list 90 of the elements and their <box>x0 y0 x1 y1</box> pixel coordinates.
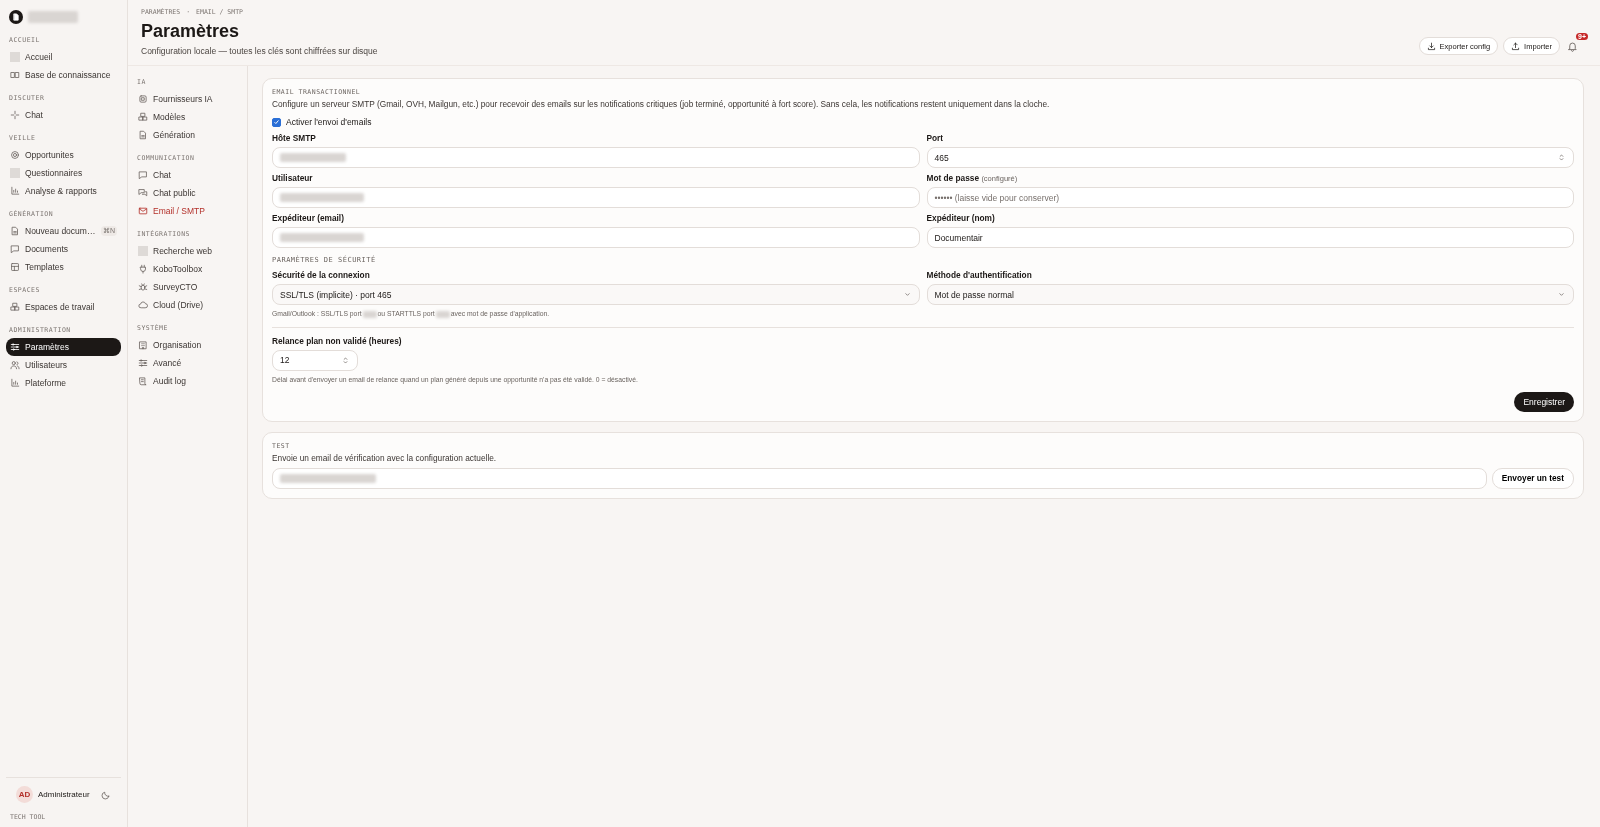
bell-icon <box>1567 40 1578 52</box>
nav-item[interactable]: Plateforme <box>6 374 121 392</box>
nav-item[interactable]: Fournisseurs IA <box>134 90 241 108</box>
nav-item[interactable]: KoboToolbox <box>134 260 241 278</box>
input-field[interactable]: •••••• (laisse vide pour conserver) <box>926 187 1574 208</box>
scroll-icon <box>138 376 148 386</box>
chats-icon <box>138 188 148 198</box>
checkbox-label: Activer l'envoi d'emails <box>286 117 372 127</box>
placeholder-icon <box>10 52 20 62</box>
input-field[interactable] <box>272 227 920 248</box>
cloud-icon <box>138 300 148 310</box>
field-label: Relance plan non validé (heures) <box>272 335 403 346</box>
download-icon <box>1426 41 1436 51</box>
nav-item[interactable]: Email / SMTP <box>134 202 241 220</box>
building-icon <box>138 340 148 350</box>
placeholder-icon <box>138 246 148 256</box>
nav-item[interactable]: Organisation <box>134 336 241 354</box>
field-label: Hôte SMTP <box>272 133 317 143</box>
nav-item[interactable]: Audit log <box>134 372 241 390</box>
mail-icon <box>138 206 148 216</box>
page-subtitle: Configuration locale — toutes les clés sont chiffrées sur disque <box>141 46 378 56</box>
nav-item[interactable]: Génération <box>134 126 241 144</box>
sliders-icon <box>10 342 20 352</box>
spark-icon <box>10 110 20 120</box>
card-description: Configure un serveur SMTP (Gmail, OVH, Mailgun, etc.) pour recevoir des emails sur les notifications critiques (job terminé, opportunité à fort score). Sans cela, les notifications restent uniquement dans la cloche. <box>272 99 1051 109</box>
chart-icon <box>10 378 20 388</box>
stepper-icon <box>341 355 350 365</box>
boxes-icon <box>138 112 148 122</box>
nav-item[interactable]: Paramètres <box>6 338 121 356</box>
chat-icon <box>138 170 148 180</box>
placeholder-icon <box>10 168 20 178</box>
blurred-value <box>280 153 346 162</box>
nav-item[interactable]: SurveyCTO <box>134 278 241 296</box>
nav-item[interactable]: Recherche web <box>134 242 241 260</box>
nav-item[interactable]: Questionnaires <box>6 164 121 182</box>
moon-icon <box>101 789 111 800</box>
number-field[interactable]: 12 <box>272 349 358 371</box>
field-label: Expéditeur (email) <box>272 213 345 223</box>
number-field[interactable]: 465 <box>926 147 1574 168</box>
nav-item[interactable]: Documents <box>6 240 121 258</box>
input-field[interactable] <box>272 467 1487 489</box>
theme-toggle[interactable] <box>101 789 111 800</box>
select-field[interactable]: Mot de passe normal <box>926 284 1574 305</box>
user-avatar: AD <box>16 786 33 803</box>
nav-item[interactable]: Chat <box>134 166 241 184</box>
card-description: Envoie un email de vérification avec la configuration actuelle. <box>272 452 498 463</box>
stepper-icon <box>1557 153 1566 162</box>
nav-item[interactable]: Base de connaissance <box>6 66 121 84</box>
doc-icon <box>138 130 148 140</box>
input-field[interactable] <box>272 147 920 168</box>
book-icon <box>10 70 20 80</box>
boxes-icon <box>10 302 20 312</box>
nav-item[interactable]: Templates <box>6 258 121 276</box>
save-button[interactable]: Enregistrer <box>1514 391 1574 412</box>
field-label: Sécurité de la connexion <box>272 270 371 280</box>
bug-icon <box>138 282 148 292</box>
field-label: Méthode d'authentification <box>926 270 1033 280</box>
chevron-icon <box>1557 290 1566 299</box>
nav-item[interactable]: Analyse & rapports <box>6 182 121 200</box>
input-field[interactable] <box>272 187 920 208</box>
send-test-button[interactable]: Envoyer un test <box>1491 467 1574 489</box>
chart-icon <box>10 186 20 196</box>
blurred-brand <box>28 11 78 23</box>
nav-item[interactable]: Chat public <box>134 184 241 202</box>
chevron-icon <box>902 290 912 299</box>
nav-item[interactable]: Cloud (Drive) <box>134 296 241 314</box>
user-name: Administrateur <box>38 790 91 799</box>
nav-item[interactable]: Chat <box>6 106 121 124</box>
nav-item[interactable]: Avancé <box>134 354 241 372</box>
checkbox[interactable] <box>272 117 281 127</box>
target-icon <box>10 150 20 160</box>
input-field[interactable]: Documentair <box>926 227 1574 248</box>
select-field[interactable]: SSL/TLS (implicite) · port 465 <box>272 284 920 305</box>
field-label: Utilisateur <box>272 173 314 183</box>
upload-icon <box>1511 41 1521 51</box>
nav-item[interactable]: Opportunites <box>6 146 121 164</box>
layout-icon <box>10 262 20 272</box>
chat-icon <box>10 244 20 254</box>
field-label: Expéditeur (nom) <box>926 213 996 223</box>
doc-icon <box>10 226 20 236</box>
page-title: Paramètres <box>141 21 241 42</box>
nav-item[interactable]: Modèles <box>134 108 241 126</box>
nav-item[interactable]: Espaces de travail <box>6 298 121 316</box>
users-icon <box>10 360 20 370</box>
nav-item[interactable]: Accueil <box>6 48 121 66</box>
nav-item[interactable]: Utilisateurs <box>6 356 121 374</box>
sliders-icon <box>138 358 148 368</box>
field-label: Port <box>926 133 945 143</box>
plug-icon <box>138 264 148 274</box>
cpu-icon <box>138 94 148 104</box>
